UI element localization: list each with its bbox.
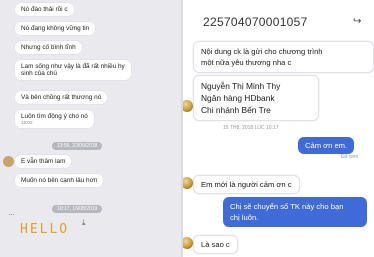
avatar [3,156,14,167]
avatar [183,177,193,189]
more-options-icon[interactable]: … [8,210,15,217]
message-bank-details: Nguyễn Thị Minh Thy Ngân hàng HDbank Chi… [183,75,319,121]
sent-message-1: Cảm ơn em. [298,137,355,154]
left-message-5: Và bên chồng rất thương nó [15,91,108,104]
avatar [183,237,193,249]
left-message-1: Nó đào thải rồi c [15,3,74,16]
hello-sticker[interactable]: HELLO [20,222,69,237]
sent-message-2: Chị sẽ chuyển số TK này cho bạn chị luôn… [223,197,367,227]
reply-message-2: Là sao c [183,235,238,254]
download-icon[interactable]: ⤓ [82,218,91,227]
share-icon[interactable]: ↪ [353,16,361,27]
left-message-2: Nó đang không vững tin [15,22,96,35]
right-chat-panel: 225704070001057 ↪ Nội dung ck là gửi cho… [183,0,374,257]
account-number: 225704070001057 [203,15,308,29]
seen-status: Đã xem [341,154,359,160]
left-message-3: Nhưng cố bình tĩnh [15,41,82,54]
date-separator-1: 13:56, 22/09/2018 [52,142,103,150]
left-chat-panel: Nó đào thải rồi c Nó đang không vững tin… [0,0,183,257]
left-message-6: Luôn tìm động ý cho nó 15:02 [15,110,94,128]
left-message-8: Muốn nó bên cạnh lâu hơn [15,174,104,187]
message-content-note: Nội dung ck là gửi cho chương trình một … [193,41,374,73]
message-timestamp: 15 TH8, 2018 LÚC 10:17 [223,125,279,131]
avatar [183,100,193,112]
left-message-4: Lam sống như vậy là đã rất nhiều hy sinh… [15,60,131,80]
left-message-7: E vẫn thâm lam [15,155,72,168]
reply-message-1: Em mới là người cảm ơn c [183,175,300,194]
date-separator-2: 10:17, 16/08/2019 [52,205,103,213]
